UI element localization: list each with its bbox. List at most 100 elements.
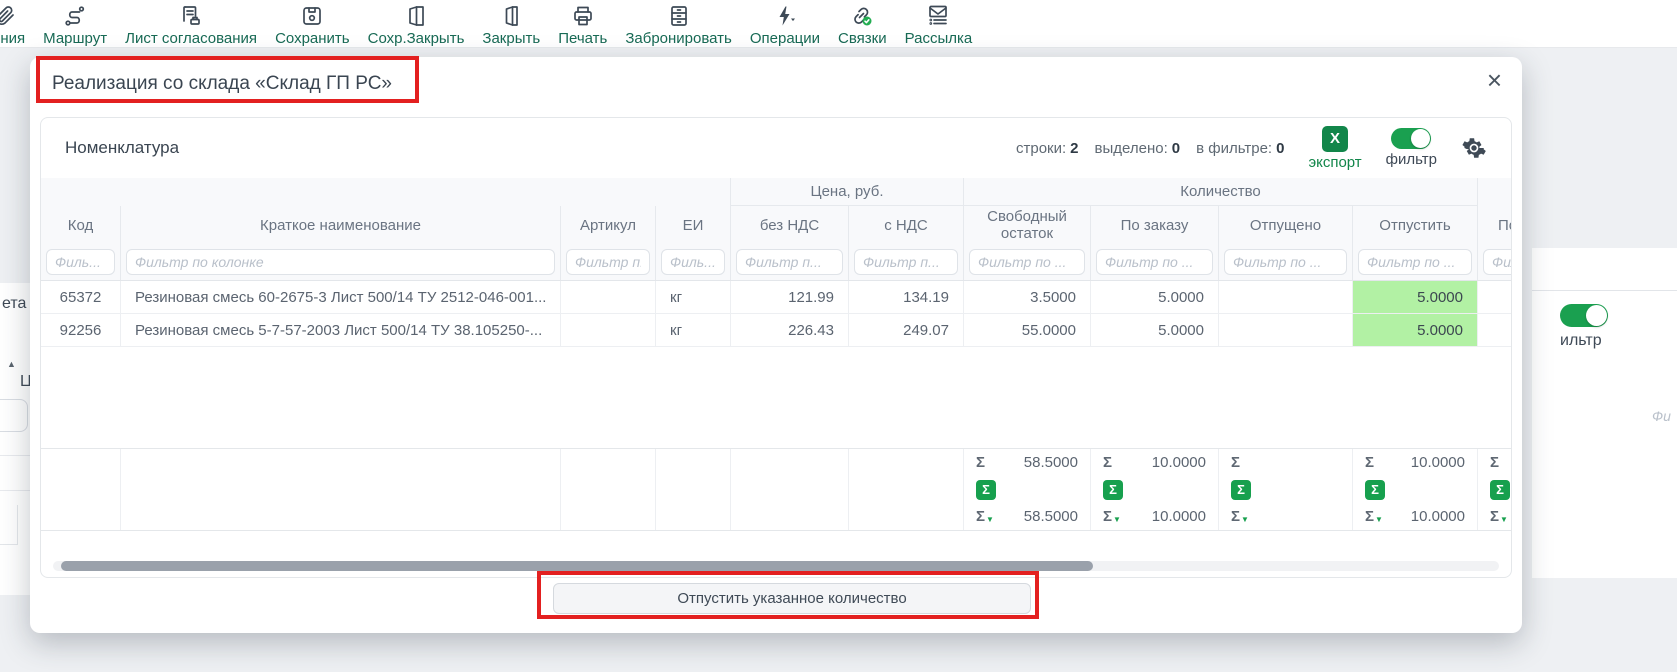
cell-to-release[interactable]: 5.0000 xyxy=(1353,281,1478,314)
filtered-sum-by-order: Σ▼10.0000 xyxy=(1091,503,1219,530)
excel-export-button[interactable]: X экспорт xyxy=(1308,126,1361,171)
filter-input-po[interactable] xyxy=(1483,249,1512,275)
filter-input-price-no-vat[interactable] xyxy=(736,249,843,275)
cell-article xyxy=(561,314,656,347)
toggle-knob-icon xyxy=(1411,129,1430,148)
sigma-filtered-icon: Σ▼ xyxy=(1490,508,1508,525)
door-icon xyxy=(498,3,524,29)
toolbar-item-print[interactable]: Печать xyxy=(558,3,607,47)
filter-cell xyxy=(849,244,964,280)
screen: жения Маршрут Лист согласования Сохранит… xyxy=(0,0,1677,672)
toolbar-item-attachments[interactable]: жения xyxy=(0,3,25,47)
horizontal-scrollbar-track[interactable] xyxy=(53,561,1499,571)
background-right-panel: ильтр Фи xyxy=(1532,248,1677,578)
filter-input-name[interactable] xyxy=(126,249,555,275)
close-icon[interactable]: × xyxy=(1487,67,1502,93)
save-icon xyxy=(299,3,325,29)
table-row[interactable]: 92256 Резиновая смесь 5-7-57-2003 Лист 5… xyxy=(41,314,1511,347)
background-left-panel: ета ▲ Ц xyxy=(0,283,30,543)
table-empty-area xyxy=(41,347,1511,448)
filter-cell xyxy=(561,244,656,280)
toolbar: жения Маршрут Лист согласования Сохранит… xyxy=(0,0,1677,48)
filter-input-price-vat[interactable] xyxy=(854,249,958,275)
scrollbar-area xyxy=(41,531,1511,577)
col-header-article[interactable]: Артикул xyxy=(561,206,656,244)
sigma-sum-button[interactable]: Σ xyxy=(1103,480,1123,500)
toolbar-item-links[interactable]: Связки xyxy=(838,3,887,47)
filter-input-article[interactable] xyxy=(566,249,650,275)
filter-cell xyxy=(1478,244,1512,280)
toolbar-item-label: Рассылка xyxy=(905,30,973,47)
toolbar-item-save-close[interactable]: Сохр.Закрыть xyxy=(368,3,465,47)
filter-input-released[interactable] xyxy=(1224,249,1347,275)
cell-unit: кг xyxy=(656,281,731,314)
col-header-by-order[interactable]: По заказу xyxy=(1091,206,1219,244)
release-quantity-button[interactable]: Отпустить указанное количество xyxy=(553,583,1031,614)
col-header-unit[interactable]: ЕИ xyxy=(656,206,731,244)
cell-code: 92256 xyxy=(41,314,121,347)
filter-cell xyxy=(656,244,731,280)
cell-name: Резиновая смесь 60-2675-3 Лист 500/14 ТУ… xyxy=(121,281,561,314)
excel-export-icon: X xyxy=(1322,126,1348,152)
toolbar-item-mailing[interactable]: Рассылка xyxy=(905,3,973,47)
col-header-price-vat[interactable]: с НДС xyxy=(849,206,964,244)
gear-icon[interactable] xyxy=(1461,135,1487,161)
save-close-icon xyxy=(403,3,429,29)
toolbar-item-label: Сохр.Закрыть xyxy=(368,30,465,47)
divider xyxy=(0,455,30,456)
col-header-name[interactable]: Краткое наименование xyxy=(121,206,561,244)
sigma-icon: Σ xyxy=(1231,454,1240,471)
cell-by-order: 5.0000 xyxy=(1091,281,1219,314)
horizontal-scrollbar-thumb[interactable] xyxy=(61,561,1093,571)
export-label: экспорт xyxy=(1308,154,1361,171)
background-filter-input-fragment xyxy=(0,399,28,432)
filter-toggle[interactable]: фильтр xyxy=(1386,128,1437,168)
totals-filtered-sum-row: Σ▼58.5000 Σ▼10.0000 Σ▼ Σ▼10.0000 Σ▼ xyxy=(41,503,1511,530)
sigma-sum-button[interactable]: Σ xyxy=(1231,480,1251,500)
table-stats: строки:2 выделено:0 в фильтре:0 xyxy=(1016,140,1284,157)
sigma-sum-button[interactable]: Σ xyxy=(976,480,996,500)
toolbar-item-approval-sheet[interactable]: Лист согласования xyxy=(125,3,257,47)
toolbar-item-operations[interactable]: Операции xyxy=(750,3,820,47)
background-text-fragment: ета xyxy=(2,295,26,313)
cell-article xyxy=(561,281,656,314)
cell-price-no-vat: 121.99 xyxy=(731,281,849,314)
filtered-sum-to-release: Σ▼10.0000 xyxy=(1353,503,1478,530)
col-header-free-stock[interactable]: Свободный остаток xyxy=(964,206,1091,244)
cell-free-stock: 55.0000 xyxy=(964,314,1091,347)
toggle-knob-icon xyxy=(1586,305,1607,326)
divider xyxy=(1532,290,1677,291)
table-header: Цена, руб. Количество Код Краткое наимен… xyxy=(41,178,1511,281)
filter-input-free-stock[interactable] xyxy=(969,249,1085,275)
filter-input-code[interactable] xyxy=(46,249,115,275)
panel-title: Номенклатура xyxy=(65,138,179,158)
background-filter-placeholder-fragment: Фи xyxy=(1652,408,1671,424)
toolbar-item-close[interactable]: Закрыть xyxy=(482,3,540,47)
cell-to-release[interactable]: 5.0000 xyxy=(1353,314,1478,347)
filtered-sum-released: Σ▼ xyxy=(1219,503,1353,530)
filter-input-to-release[interactable] xyxy=(1358,249,1472,275)
toolbar-item-reserve[interactable]: Забронировать xyxy=(625,3,732,47)
col-header-po[interactable]: По xyxy=(1478,206,1512,244)
col-header-released[interactable]: Отпущено xyxy=(1219,206,1353,244)
group-header-blank xyxy=(41,178,731,206)
toolbar-item-label: жения xyxy=(0,30,25,47)
col-header-price-no-vat[interactable]: без НДС xyxy=(731,206,849,244)
chain-link-icon xyxy=(849,3,875,29)
toolbar-item-label: Печать xyxy=(558,30,607,47)
toolbar-item-route[interactable]: Маршрут xyxy=(43,3,107,47)
selected-count: выделено:0 xyxy=(1095,140,1181,157)
filter-input-by-order[interactable] xyxy=(1096,249,1213,275)
col-header-code[interactable]: Код xyxy=(41,206,121,244)
col-header-to-release[interactable]: Отпустить xyxy=(1353,206,1478,244)
sigma-icon: Σ xyxy=(1365,454,1374,471)
table-row[interactable]: 65372 Резиновая смесь 60-2675-3 Лист 500… xyxy=(41,281,1511,314)
background-filter-toggle[interactable] xyxy=(1560,304,1608,327)
filter-input-unit[interactable] xyxy=(661,249,725,275)
toolbar-item-save[interactable]: Сохранить xyxy=(275,3,350,47)
table-totals: Σ58.5000 Σ10.0000 Σ Σ10.0000 Σ Σ Σ Σ Σ Σ… xyxy=(41,448,1511,531)
sigma-sum-button[interactable]: Σ xyxy=(1365,480,1385,500)
sigma-sum-button[interactable]: Σ xyxy=(1490,480,1510,500)
filter-cell xyxy=(964,244,1091,280)
filter-cell xyxy=(1219,244,1353,280)
